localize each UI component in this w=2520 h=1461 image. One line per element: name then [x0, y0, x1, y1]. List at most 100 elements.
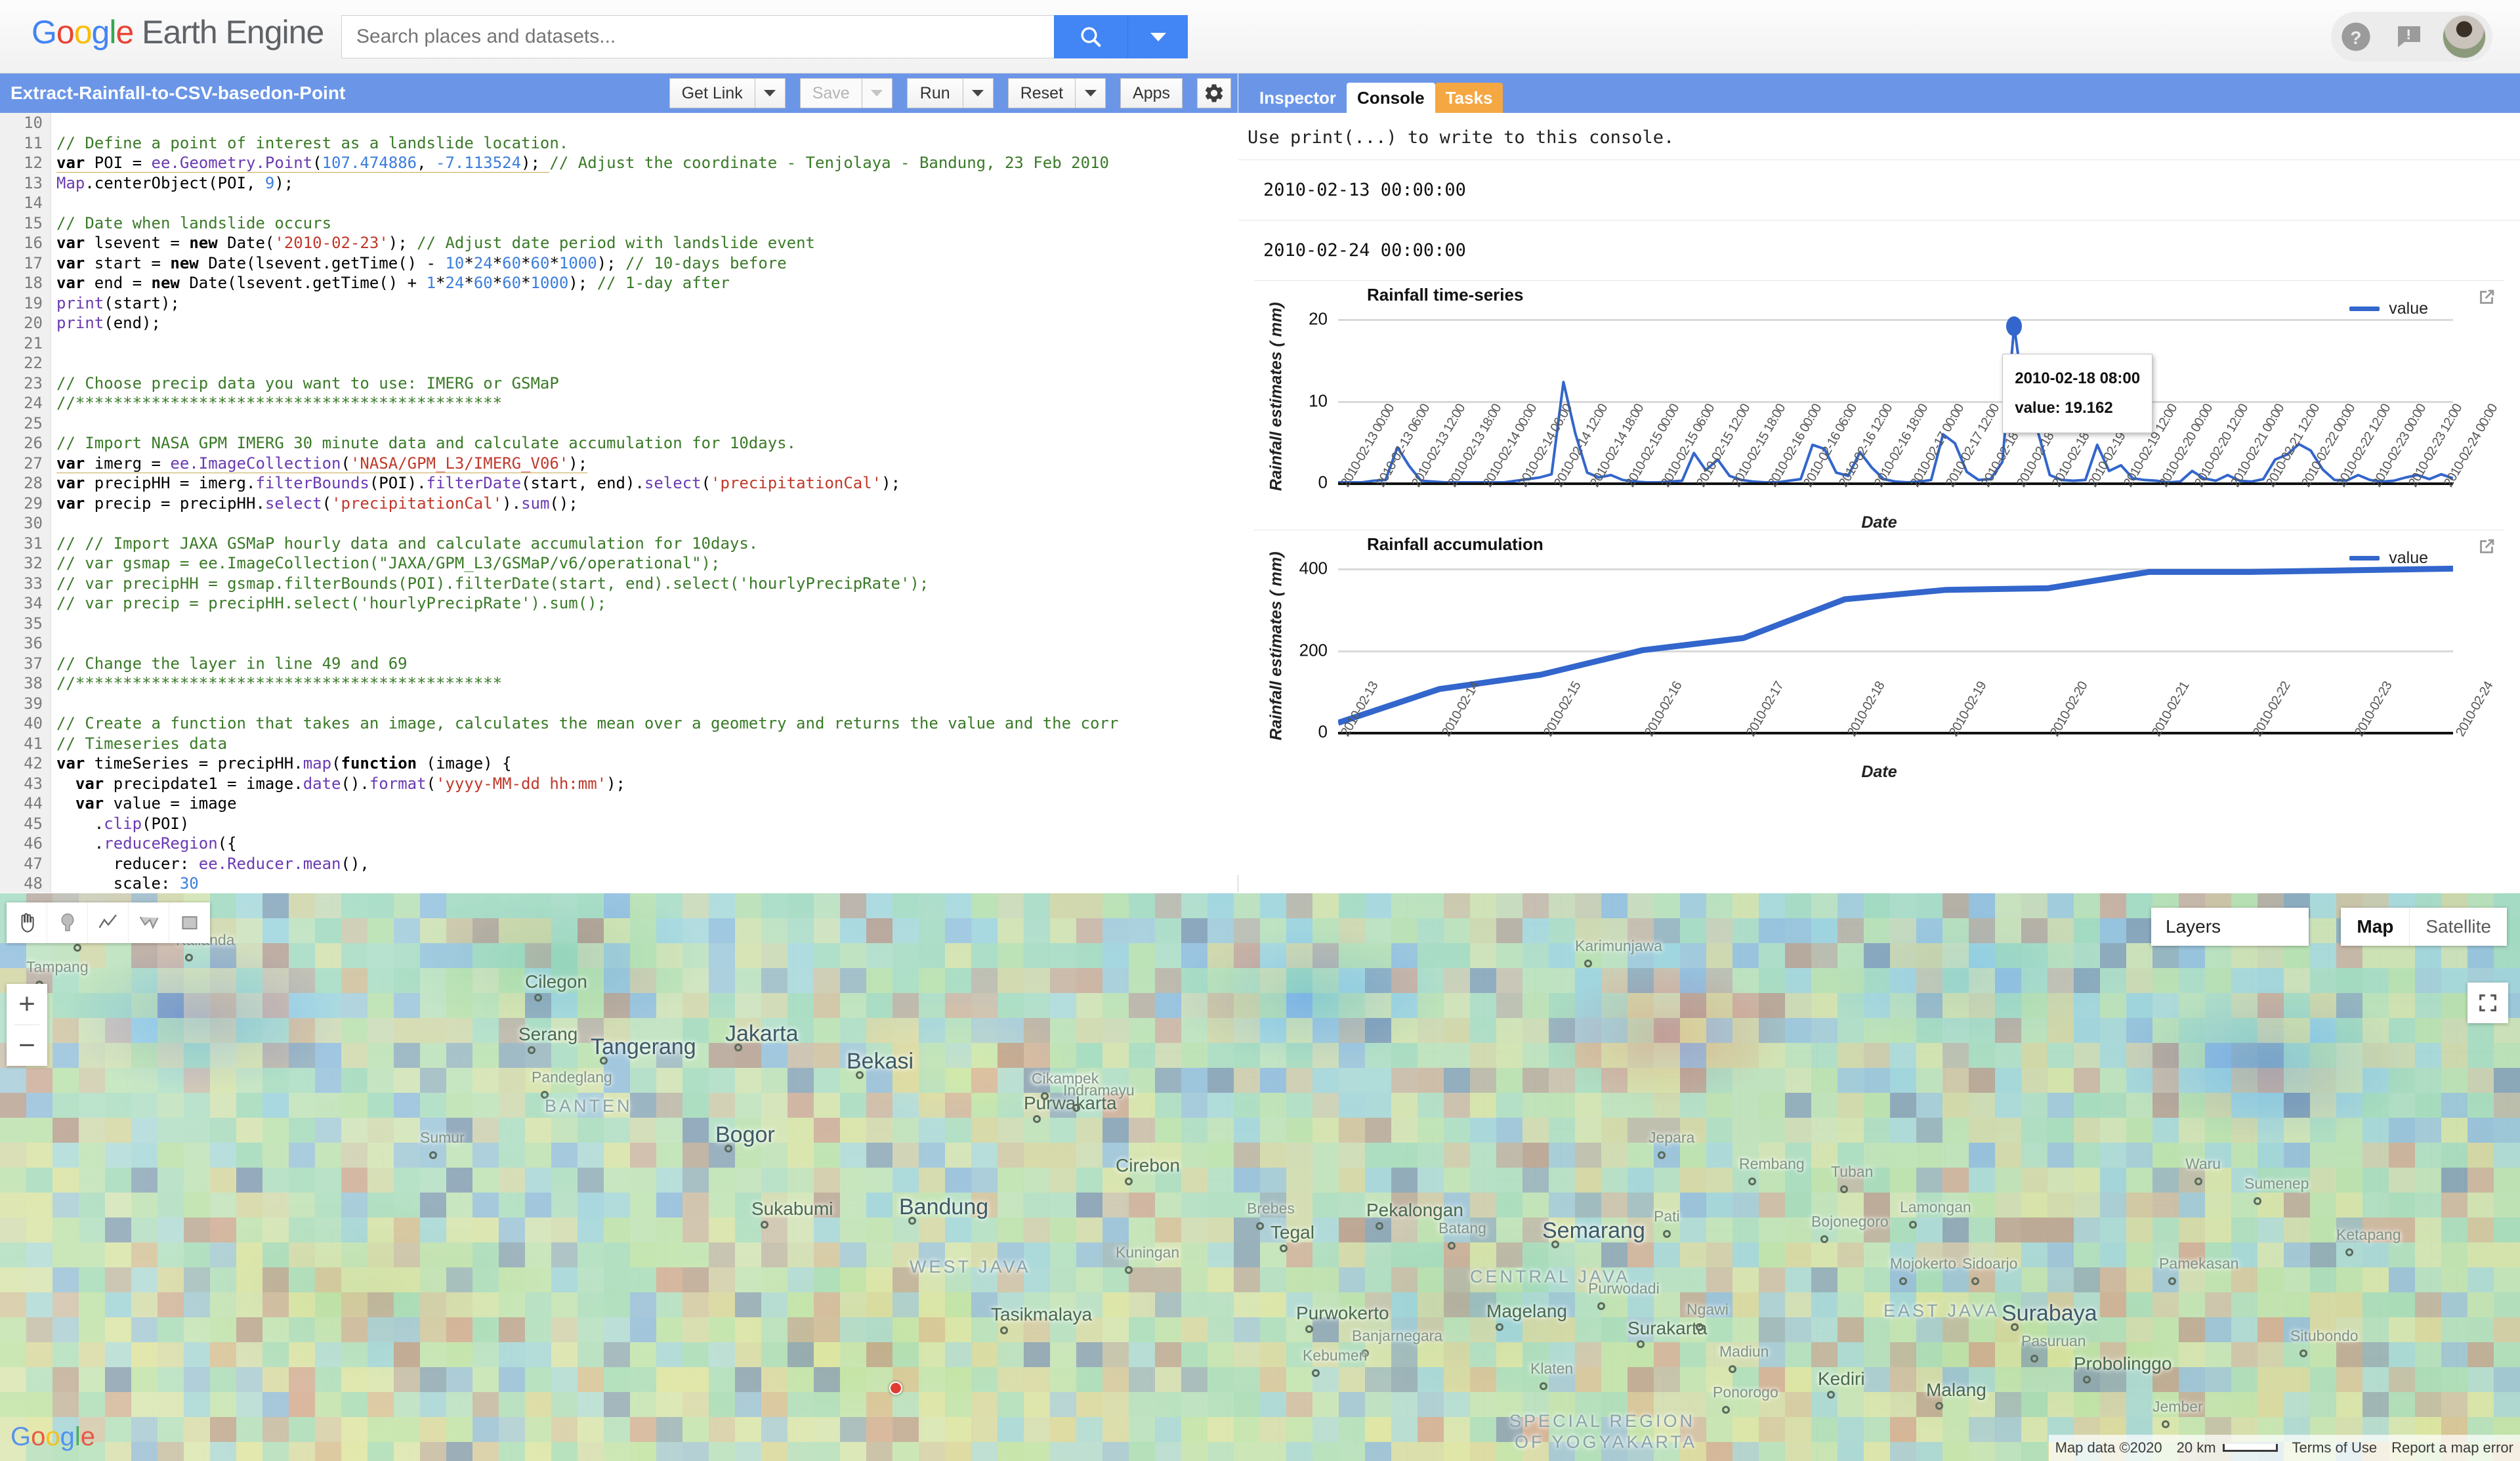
apps-button[interactable]: Apps [1120, 78, 1183, 108]
open-chart-in-new-window-button[interactable] [2475, 286, 2498, 308]
rainfall-raster-pixel [2389, 1292, 2415, 1317]
search-input[interactable] [356, 26, 1054, 48]
search-button[interactable] [1054, 15, 1127, 58]
rainfall-raster-pixel [1864, 1118, 1890, 1143]
save-button[interactable]: Save [799, 78, 862, 108]
search-bar[interactable] [341, 15, 1188, 58]
code-line[interactable] [56, 633, 1238, 654]
code-line[interactable]: // Timeseries data [56, 734, 1238, 754]
code-line[interactable] [56, 353, 1238, 373]
map-label: Kediri [1818, 1368, 1865, 1389]
code-line[interactable] [56, 193, 1238, 213]
code-line[interactable]: .reduceRegion({ [56, 834, 1238, 854]
terms-of-use-link[interactable]: Terms of Use [2292, 1439, 2378, 1456]
code-line[interactable]: // Import NASA GPM IMERG 30 minute data … [56, 433, 1238, 454]
pin-icon [61, 913, 74, 931]
basemap-satellite-button[interactable]: Satellite [2410, 908, 2507, 946]
code-line[interactable]: var precip = precipHH.select('precipitat… [56, 494, 1238, 514]
code-line[interactable] [56, 614, 1238, 634]
map-label: Jakarta [725, 1021, 799, 1046]
code-line[interactable]: var timeSeries = precipHH.map(function (… [56, 753, 1238, 774]
code-token: var [75, 774, 104, 793]
code-text[interactable]: // Define a point of interest as a lands… [56, 113, 1238, 893]
code-line[interactable]: // Choose precip data you want to use: I… [56, 373, 1238, 394]
report-map-error-link[interactable]: Report a map error [2391, 1439, 2513, 1456]
rainfall-raster-pixel [131, 1168, 158, 1193]
code-line[interactable]: var end = new Date(lsevent.getTime() + 1… [56, 273, 1238, 293]
code-line[interactable] [56, 413, 1238, 434]
poi-marker[interactable] [889, 1382, 902, 1395]
code-line[interactable]: // Change the layer in line 49 and 69 [56, 654, 1238, 674]
run-dropdown[interactable] [963, 78, 994, 108]
code-line[interactable]: print(start); [56, 293, 1238, 314]
get-link-button[interactable]: Get Link [669, 78, 755, 108]
code-line[interactable]: // var precip = precipHH.select('hourlyP… [56, 593, 1238, 614]
rainfall-raster-pixel [998, 1143, 1024, 1168]
rainfall-raster-pixel [1838, 1292, 1864, 1317]
rainfall-raster-pixel [1418, 1242, 1444, 1267]
code-line[interactable] [56, 513, 1238, 534]
rainfall-raster-pixel [2231, 1367, 2258, 1392]
marker-tool-button[interactable] [47, 902, 88, 943]
code-line[interactable]: var start = new Date(lsevent.getTime() -… [56, 253, 1238, 274]
open-chart-in-new-window-button[interactable] [2475, 536, 2498, 558]
code-line[interactable]: var precipHH = imerg.filterBounds(POI).f… [56, 473, 1238, 494]
rainfall-raster-pixel [2126, 1093, 2152, 1118]
rainfall-raster-pixel [2336, 943, 2362, 968]
basemap-map-button[interactable]: Map [2341, 908, 2410, 946]
feedback-button[interactable] [2390, 18, 2427, 55]
save-dropdown[interactable] [862, 78, 892, 108]
rainfall-raster-pixel [499, 993, 525, 1018]
line-tool-button[interactable] [88, 902, 129, 943]
code-line[interactable]: var value = image [56, 794, 1238, 814]
code-line[interactable] [56, 694, 1238, 714]
code-line[interactable]: // var gsmap = ee.ImageCollection("JAXA/… [56, 553, 1238, 574]
run-button[interactable]: Run [906, 78, 963, 108]
code-line[interactable]: .clip(POI) [56, 814, 1238, 834]
code-line[interactable]: //**************************************… [56, 393, 1238, 413]
code-line[interactable]: Map.centerObject(POI, 9); [56, 173, 1238, 194]
rainfall-raster-pixel [1549, 1018, 1575, 1043]
reset-button[interactable]: Reset [1007, 78, 1076, 108]
code-line[interactable]: var precipdate1 = image.date().format('y… [56, 774, 1238, 794]
zoom-in-button[interactable]: + [7, 984, 47, 1025]
code-line[interactable]: reducer: ee.Reducer.mean(), [56, 854, 1238, 874]
tab-tasks[interactable]: Tasks [1435, 83, 1503, 113]
map-tiles[interactable] [0, 893, 2520, 1461]
line-number: 46 [24, 834, 43, 853]
code-line[interactable]: // Date when landslide occurs [56, 213, 1238, 234]
map-panel[interactable]: KaliandaKiluan NegeriTampangCilegonSeran… [0, 893, 2520, 1461]
code-line[interactable] [56, 333, 1238, 354]
rectangle-tool-button[interactable] [169, 902, 210, 943]
code-line[interactable]: // Define a point of interest as a lands… [56, 133, 1238, 154]
tab-console[interactable]: Console [1347, 83, 1435, 113]
code-line[interactable]: scale: 30 [56, 874, 1238, 893]
code-editor[interactable]: 10 11 12 13 14 15 16 17 18 19 20 21 22 23 24 25 26 27 28 29… [0, 113, 1238, 893]
code-line[interactable]: print(end); [56, 313, 1238, 333]
code-line[interactable]: var lsevent = new Date('2010-02-23'); //… [56, 233, 1238, 253]
polygon-tool-button[interactable] [129, 902, 169, 943]
hand-tool-button[interactable] [7, 902, 47, 943]
zoom-out-button[interactable]: − [7, 1025, 47, 1066]
layers-button[interactable]: Layers [2151, 908, 2309, 946]
code-line[interactable]: // Create a function that takes an image… [56, 713, 1238, 734]
code-line[interactable]: // var precipHH = gsmap.filterBounds(POI… [56, 574, 1238, 594]
code-line[interactable]: var imerg = ee.ImageCollection('NASA/GPM… [56, 454, 1238, 474]
fullscreen-button[interactable] [2468, 983, 2508, 1023]
tab-inspector[interactable]: Inspector [1249, 83, 1347, 113]
settings-button[interactable] [1197, 78, 1231, 108]
search-input-wrapper[interactable] [341, 15, 1054, 58]
map-label: Waru [2185, 1155, 2221, 1172]
code-line[interactable]: //**************************************… [56, 673, 1238, 694]
help-button[interactable]: ? [2338, 18, 2374, 55]
get-link-dropdown[interactable] [755, 78, 786, 108]
search-options-dropdown[interactable] [1127, 15, 1188, 58]
reset-dropdown[interactable] [1076, 78, 1106, 108]
rainfall-raster-pixel [2126, 1218, 2152, 1242]
avatar[interactable] [2443, 15, 2486, 58]
code-line[interactable]: var POI = ee.Geometry.Point(107.474886, … [56, 153, 1238, 173]
code-line[interactable] [56, 113, 1238, 133]
rainfall-raster-pixel [1890, 1442, 1916, 1461]
code-line[interactable]: // // Import JAXA GSMaP hourly data and … [56, 534, 1238, 554]
chart-highlight-point[interactable] [2006, 316, 2023, 336]
